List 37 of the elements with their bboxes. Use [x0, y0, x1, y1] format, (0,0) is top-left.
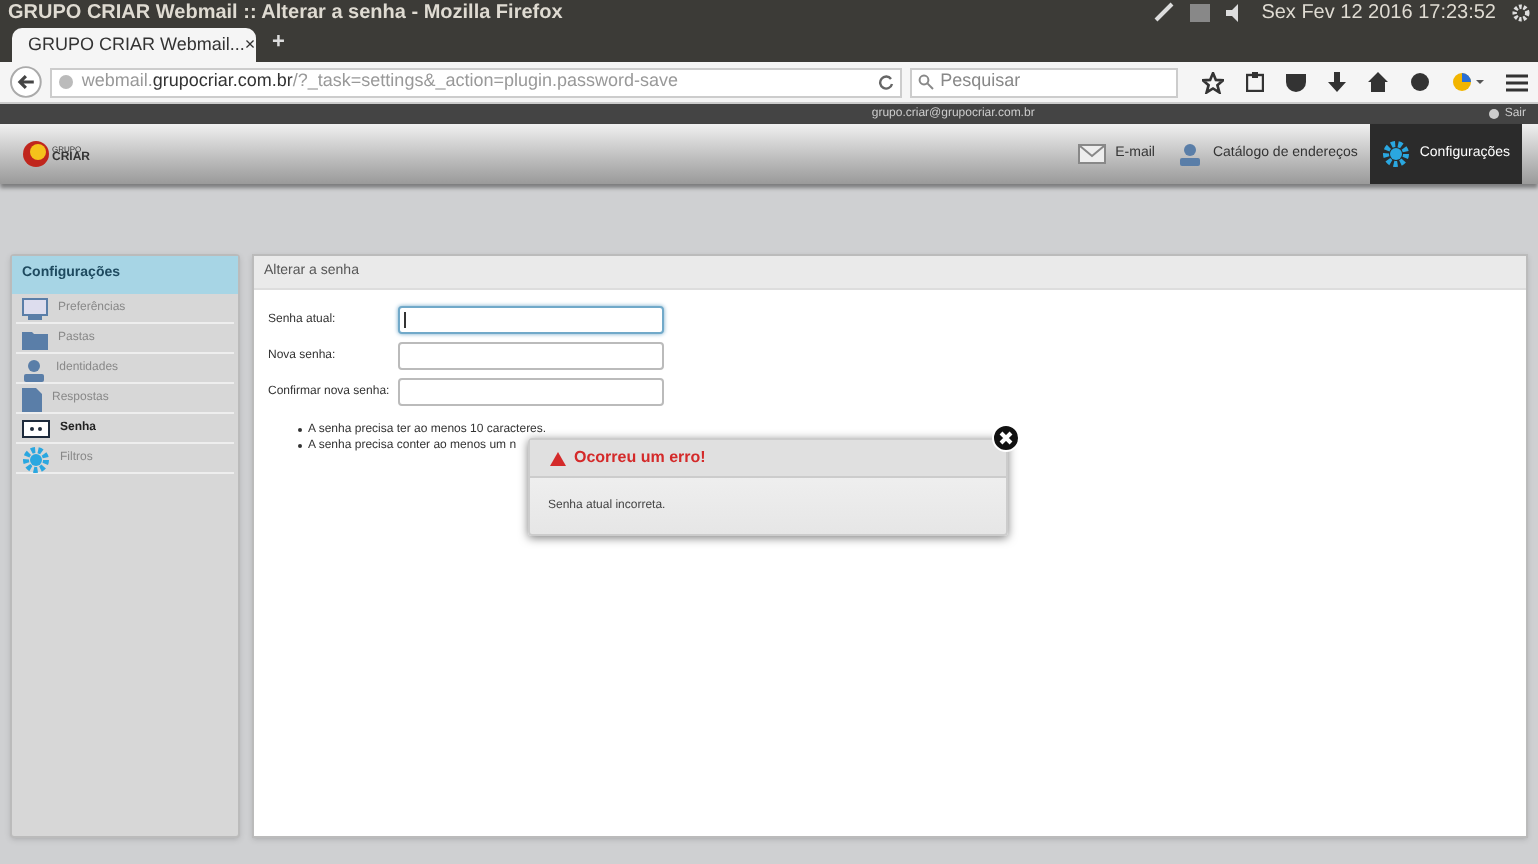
- power-icon: [1488, 108, 1501, 120]
- url-text: webmail.grupocriar.com.br/?_task=settings&_action=plugin.password-save: [81, 68, 681, 95]
- logo-icon: [22, 140, 50, 168]
- menu-icon[interactable]: [1506, 73, 1528, 91]
- back-icon[interactable]: [10, 66, 42, 98]
- warning-icon: [550, 451, 566, 465]
- document-icon: [22, 387, 42, 411]
- clock: Sex Fev 12 2016 17:23:52: [1261, 0, 1496, 27]
- new-tab-button[interactable]: +: [272, 25, 285, 58]
- close-icon[interactable]: ×: [244, 31, 256, 59]
- gear-icon: [22, 445, 50, 473]
- person-icon: [22, 357, 46, 381]
- dialog-title: Ocorreu um erro!: [574, 446, 706, 470]
- home-icon[interactable]: [1368, 72, 1388, 92]
- reload-icon[interactable]: [878, 74, 895, 90]
- person-icon: [1178, 142, 1203, 166]
- address-bar[interactable]: webmail.grupocriar.com.br/?_task=settings&_action=plugin.password-save: [49, 67, 903, 97]
- extension-icon[interactable]: [1452, 72, 1484, 92]
- window-title: GRUPO CRIAR Webmail :: Alterar a senha - Mozilla Firefox: [8, 0, 565, 27]
- star-icon[interactable]: [1202, 71, 1224, 93]
- pen-icon: [1153, 2, 1174, 22]
- globe-icon: [57, 74, 74, 90]
- gear-icon: [1381, 140, 1410, 168]
- search-icon: [918, 74, 935, 90]
- envelope-icon: [1077, 144, 1106, 164]
- monitor-icon: [22, 298, 48, 320]
- password-field-icon: [22, 420, 50, 438]
- input-field[interactable]: [398, 378, 664, 406]
- input-field[interactable]: [398, 342, 664, 370]
- pocket-icon[interactable]: [1286, 73, 1306, 91]
- keyboard-icon: [1189, 3, 1210, 21]
- browser-tab[interactable]: GRUPO CRIAR Webmail...×: [12, 28, 256, 62]
- input-field[interactable]: [398, 306, 664, 334]
- folder-icon: [22, 329, 48, 349]
- download-icon[interactable]: [1328, 72, 1346, 92]
- clipboard-icon[interactable]: [1246, 72, 1264, 92]
- search-field[interactable]: Pesquisar: [910, 67, 1178, 97]
